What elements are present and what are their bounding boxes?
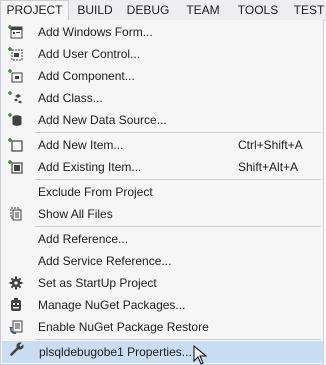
new-item-icon bbox=[8, 138, 23, 152]
menu-item-shortcut: Shift+Alt+A bbox=[238, 160, 299, 174]
class-icon bbox=[8, 91, 22, 104]
menu-item-add-reference[interactable]: Add Reference... bbox=[2, 228, 323, 250]
menu-item-label: Exclude From Project bbox=[38, 185, 153, 199]
menu-item-show-all-files[interactable]: Show All Files bbox=[2, 203, 323, 225]
menu-separator bbox=[35, 226, 321, 227]
menu-item-add-new-data-source[interactable]: Add New Data Source... bbox=[2, 109, 323, 131]
menu-item-manage-nuget-packages[interactable]: Manage NuGet Packages... bbox=[2, 294, 323, 316]
menu-item-label: Set as StartUp Project bbox=[38, 276, 157, 290]
menu-item-label: plsqldebugobe1 Properties... bbox=[39, 345, 192, 359]
menu-item-label: Show All Files bbox=[38, 207, 113, 221]
menu-build[interactable]: BUILD bbox=[72, 0, 118, 20]
project-dropdown-menu: Add Windows Form... Add User Control... … bbox=[0, 20, 324, 365]
menu-item-shortcut: Ctrl+Shift+A bbox=[238, 138, 303, 152]
menu-tools[interactable]: TOOLS bbox=[235, 0, 281, 20]
menu-bar: PROJECT BUILD DEBUG TEAM TOOLS TEST bbox=[0, 0, 326, 21]
windows-form-icon bbox=[8, 25, 23, 39]
menu-item-add-service-reference[interactable]: Add Service Reference... bbox=[2, 250, 323, 272]
menu-item-add-user-control[interactable]: Add User Control... bbox=[2, 43, 323, 65]
menu-item-label: Add Component... bbox=[38, 69, 135, 83]
package-restore-icon bbox=[9, 320, 23, 334]
menu-item-add-new-item[interactable]: Add New Item... Ctrl+Shift+A bbox=[2, 134, 323, 156]
menu-separator bbox=[35, 179, 321, 180]
menu-item-label: Add New Item... bbox=[38, 138, 124, 152]
menu-item-exclude-from-project[interactable]: Exclude From Project bbox=[2, 181, 323, 203]
menu-item-label: Add Reference... bbox=[38, 232, 129, 246]
menu-item-add-component[interactable]: Add Component... bbox=[2, 65, 323, 87]
show-all-files-icon bbox=[10, 207, 22, 221]
menu-debug[interactable]: DEBUG bbox=[124, 0, 172, 20]
menu-item-label: Add Class... bbox=[38, 91, 103, 105]
data-source-icon bbox=[8, 113, 22, 126]
user-control-icon bbox=[8, 47, 23, 61]
mouse-cursor-icon bbox=[193, 345, 207, 365]
menu-item-label: Add New Data Source... bbox=[38, 113, 167, 127]
menu-item-label: Add Windows Form... bbox=[38, 25, 153, 39]
component-icon bbox=[8, 69, 23, 83]
menu-item-label: Add User Control... bbox=[38, 47, 141, 61]
menu-team[interactable]: TEAM bbox=[183, 0, 223, 20]
menu-item-project-properties[interactable]: plsqldebugobe1 Properties... bbox=[2, 341, 323, 363]
menu-item-set-as-startup-project[interactable]: Set as StartUp Project bbox=[2, 272, 323, 294]
menu-item-add-windows-form[interactable]: Add Windows Form... bbox=[2, 21, 323, 43]
menu-separator bbox=[35, 132, 321, 133]
existing-item-icon bbox=[8, 160, 23, 174]
menu-item-label: Add Service Reference... bbox=[38, 254, 172, 268]
menu-item-label: Manage NuGet Packages... bbox=[38, 298, 186, 312]
gear-icon bbox=[9, 276, 23, 290]
wrench-icon bbox=[10, 342, 24, 356]
menu-item-add-class[interactable]: Add Class... bbox=[2, 87, 323, 109]
menu-item-label: Add Existing Item... bbox=[38, 160, 142, 174]
nuget-icon bbox=[11, 298, 21, 311]
menu-item-label: Enable NuGet Package Restore bbox=[38, 320, 209, 334]
menu-project[interactable]: PROJECT bbox=[0, 0, 69, 21]
menu-item-enable-nuget-package-restore[interactable]: Enable NuGet Package Restore bbox=[2, 316, 323, 338]
menu-item-add-existing-item[interactable]: Add Existing Item... Shift+Alt+A bbox=[2, 156, 323, 178]
menu-separator bbox=[35, 339, 321, 340]
menu-test[interactable]: TEST bbox=[291, 0, 326, 20]
